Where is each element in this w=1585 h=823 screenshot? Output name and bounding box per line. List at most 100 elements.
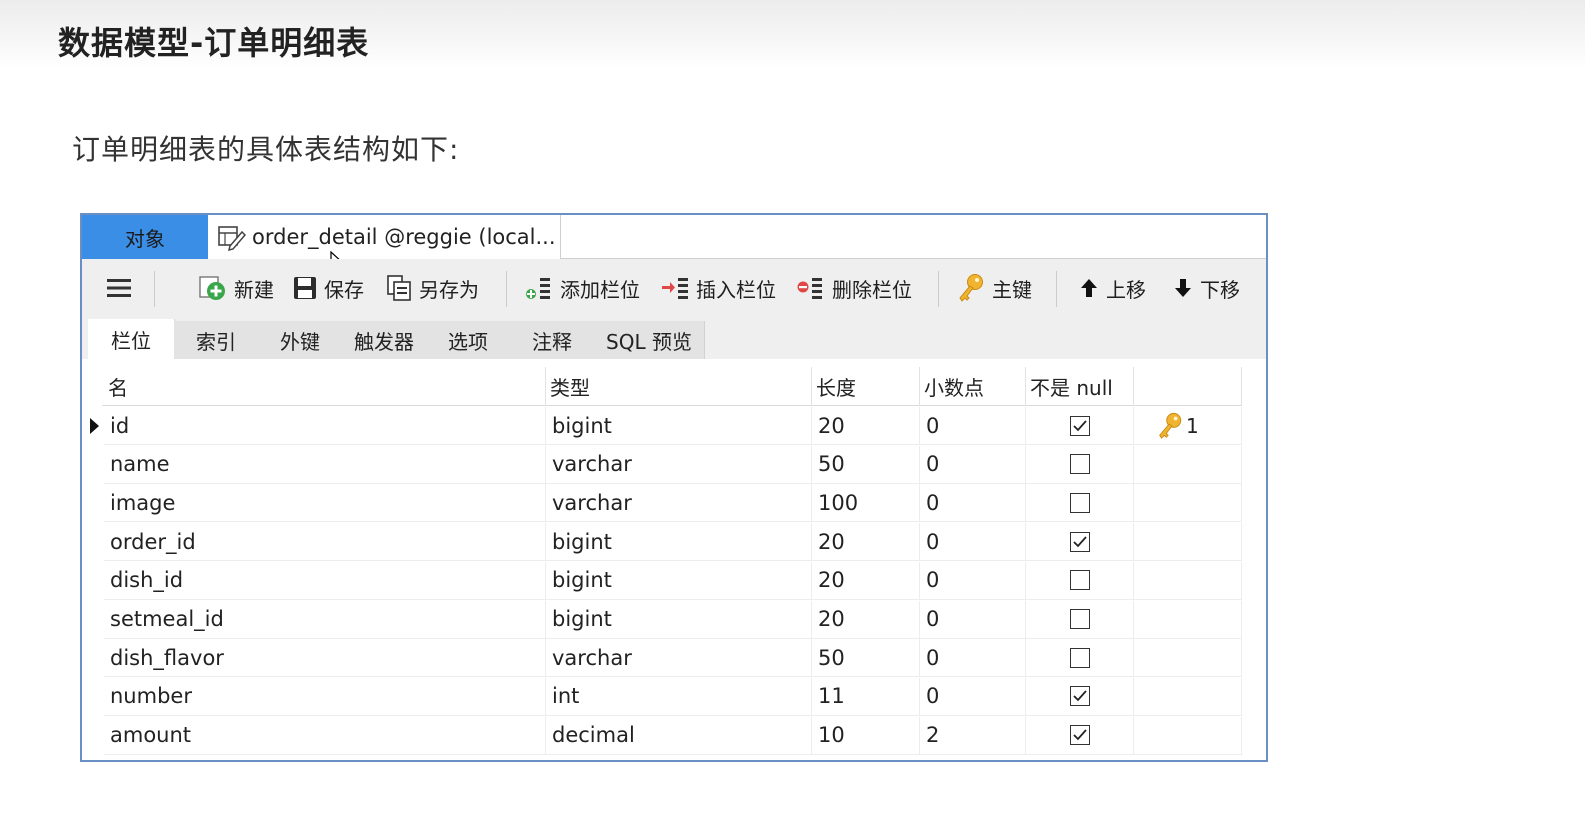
add-field-label: 添加栏位	[560, 277, 640, 302]
cell-decimals[interactable]: 0	[920, 561, 1026, 600]
table-row[interactable]: dish_id bigint 20 0	[82, 561, 1242, 601]
subtab-indexes[interactable]: 索引	[174, 321, 259, 359]
cell-length[interactable]: 20	[812, 407, 920, 445]
cell-key[interactable]	[1134, 639, 1242, 678]
cell-type[interactable]: varchar	[546, 639, 812, 678]
add-field-button[interactable]: 添加栏位	[524, 259, 640, 317]
cell-decimals[interactable]: 0	[920, 407, 1026, 445]
cell-key[interactable]	[1134, 445, 1242, 484]
delete-field-button[interactable]: 删除栏位	[796, 259, 912, 317]
not-null-checkbox[interactable]	[1069, 415, 1090, 436]
cell-not-null	[1026, 561, 1134, 600]
cell-type[interactable]: int	[546, 677, 812, 716]
tab-bar: 对象 order_detail @reggie (local...	[82, 215, 1266, 272]
cell-length[interactable]: 50	[812, 639, 920, 678]
insert-field-button[interactable]: 插入栏位	[660, 259, 776, 317]
key-order-label: 1	[1186, 413, 1199, 438]
cell-length[interactable]: 20	[812, 523, 920, 562]
not-null-checkbox[interactable]	[1069, 609, 1090, 629]
cell-length[interactable]: 11	[812, 677, 920, 716]
cell-decimals[interactable]: 0	[920, 677, 1026, 716]
cell-type[interactable]: varchar	[546, 484, 812, 523]
subtab-sql-preview[interactable]: SQL 预览	[594, 321, 705, 359]
cell-type[interactable]: bigint	[546, 523, 812, 562]
column-header-key[interactable]	[1134, 367, 1242, 405]
not-null-checkbox[interactable]	[1069, 725, 1090, 746]
subtab-comments[interactable]: 注释	[510, 321, 595, 359]
table-row[interactable]: name varchar 50 0	[82, 445, 1242, 485]
cell-length[interactable]: 10	[812, 716, 920, 755]
new-icon	[199, 276, 225, 300]
save-button[interactable]: 保存	[292, 259, 364, 317]
tab-objects[interactable]: 对象	[82, 215, 208, 259]
slide-title: 数据模型-订单明细表	[58, 24, 370, 62]
cell-decimals[interactable]: 0	[920, 523, 1026, 562]
cell-key[interactable]	[1134, 677, 1242, 716]
subtab-triggers[interactable]: 触发器	[342, 321, 427, 359]
subtab-foreign-keys[interactable]: 外键	[258, 321, 343, 359]
cell-name[interactable]: amount	[104, 716, 546, 755]
arrow-down-icon	[1175, 279, 1191, 297]
cell-decimals[interactable]: 0	[920, 639, 1026, 678]
cell-name[interactable]: dish_flavor	[104, 639, 546, 678]
cell-decimals[interactable]: 0	[920, 600, 1026, 639]
table-row[interactable]: id bigint 20 0 1	[82, 407, 1242, 446]
cell-length[interactable]: 20	[812, 561, 920, 600]
table-row[interactable]: setmeal_id bigint 20 0	[82, 600, 1242, 640]
cell-type[interactable]: decimal	[546, 716, 812, 755]
column-header-not-null[interactable]: 不是 null	[1026, 367, 1134, 405]
save-as-label: 另存为	[419, 277, 479, 302]
column-header-length[interactable]: 长度	[812, 367, 920, 405]
save-as-button[interactable]: 另存为	[385, 259, 479, 317]
cell-name[interactable]: name	[104, 445, 546, 484]
table-row[interactable]: amount decimal 10 2	[82, 716, 1242, 756]
cell-key[interactable]	[1134, 484, 1242, 523]
cell-decimals[interactable]: 2	[920, 716, 1026, 755]
not-null-checkbox[interactable]	[1069, 531, 1090, 552]
subtab-options[interactable]: 选项	[426, 321, 511, 359]
subtab-bar: 栏位 索引 外键 触发器 选项 注释 SQL 预览	[82, 317, 1266, 359]
add-field-icon	[526, 278, 550, 299]
cell-type[interactable]: bigint	[546, 407, 812, 445]
cell-name[interactable]: id	[104, 407, 546, 445]
table-row[interactable]: number int 11 0	[82, 677, 1242, 717]
cell-name[interactable]: image	[104, 484, 546, 523]
cell-key[interactable]	[1134, 523, 1242, 562]
table-row[interactable]: order_id bigint 20 0	[82, 523, 1242, 562]
not-null-checkbox[interactable]	[1069, 686, 1090, 707]
cell-name[interactable]: order_id	[104, 523, 546, 562]
cell-name[interactable]: dish_id	[104, 561, 546, 600]
column-header-type[interactable]: 类型	[546, 367, 812, 405]
cell-decimals[interactable]: 0	[920, 445, 1026, 484]
menu-button[interactable]	[106, 259, 138, 317]
cell-type[interactable]: bigint	[546, 600, 812, 639]
delete-field-label: 删除栏位	[832, 277, 912, 302]
cell-type[interactable]: varchar	[546, 445, 812, 484]
column-header-decimals[interactable]: 小数点	[920, 367, 1026, 405]
cell-key[interactable]	[1134, 561, 1242, 600]
move-down-button[interactable]: 下移	[1172, 259, 1240, 317]
not-null-checkbox[interactable]	[1069, 492, 1090, 513]
cell-key[interactable]: 1	[1134, 407, 1242, 445]
cell-length[interactable]: 50	[812, 445, 920, 484]
not-null-checkbox[interactable]	[1069, 570, 1090, 591]
column-header-name[interactable]: 名	[104, 367, 546, 405]
cell-key[interactable]	[1134, 600, 1242, 639]
table-row[interactable]: image varchar 100 0	[82, 484, 1242, 523]
cell-name[interactable]: setmeal_id	[104, 600, 546, 639]
primary-key-button[interactable]: 主键	[956, 259, 1032, 317]
cell-name[interactable]: number	[104, 677, 546, 716]
table-row[interactable]: dish_flavor varchar 50 0	[82, 639, 1242, 678]
cell-length[interactable]: 20	[812, 600, 920, 639]
cell-decimals[interactable]: 0	[920, 484, 1026, 523]
new-button[interactable]: 新建	[198, 259, 274, 317]
cell-not-null	[1026, 716, 1134, 755]
subtab-fields[interactable]: 栏位	[88, 319, 175, 359]
cell-type[interactable]: bigint	[546, 561, 812, 600]
move-up-button[interactable]: 上移	[1078, 259, 1146, 317]
tab-order-detail[interactable]: order_detail @reggie (local...	[208, 215, 561, 260]
cell-length[interactable]: 100	[812, 484, 920, 523]
not-null-checkbox[interactable]	[1069, 454, 1090, 475]
not-null-checkbox[interactable]	[1069, 647, 1090, 668]
cell-key[interactable]	[1134, 716, 1242, 755]
